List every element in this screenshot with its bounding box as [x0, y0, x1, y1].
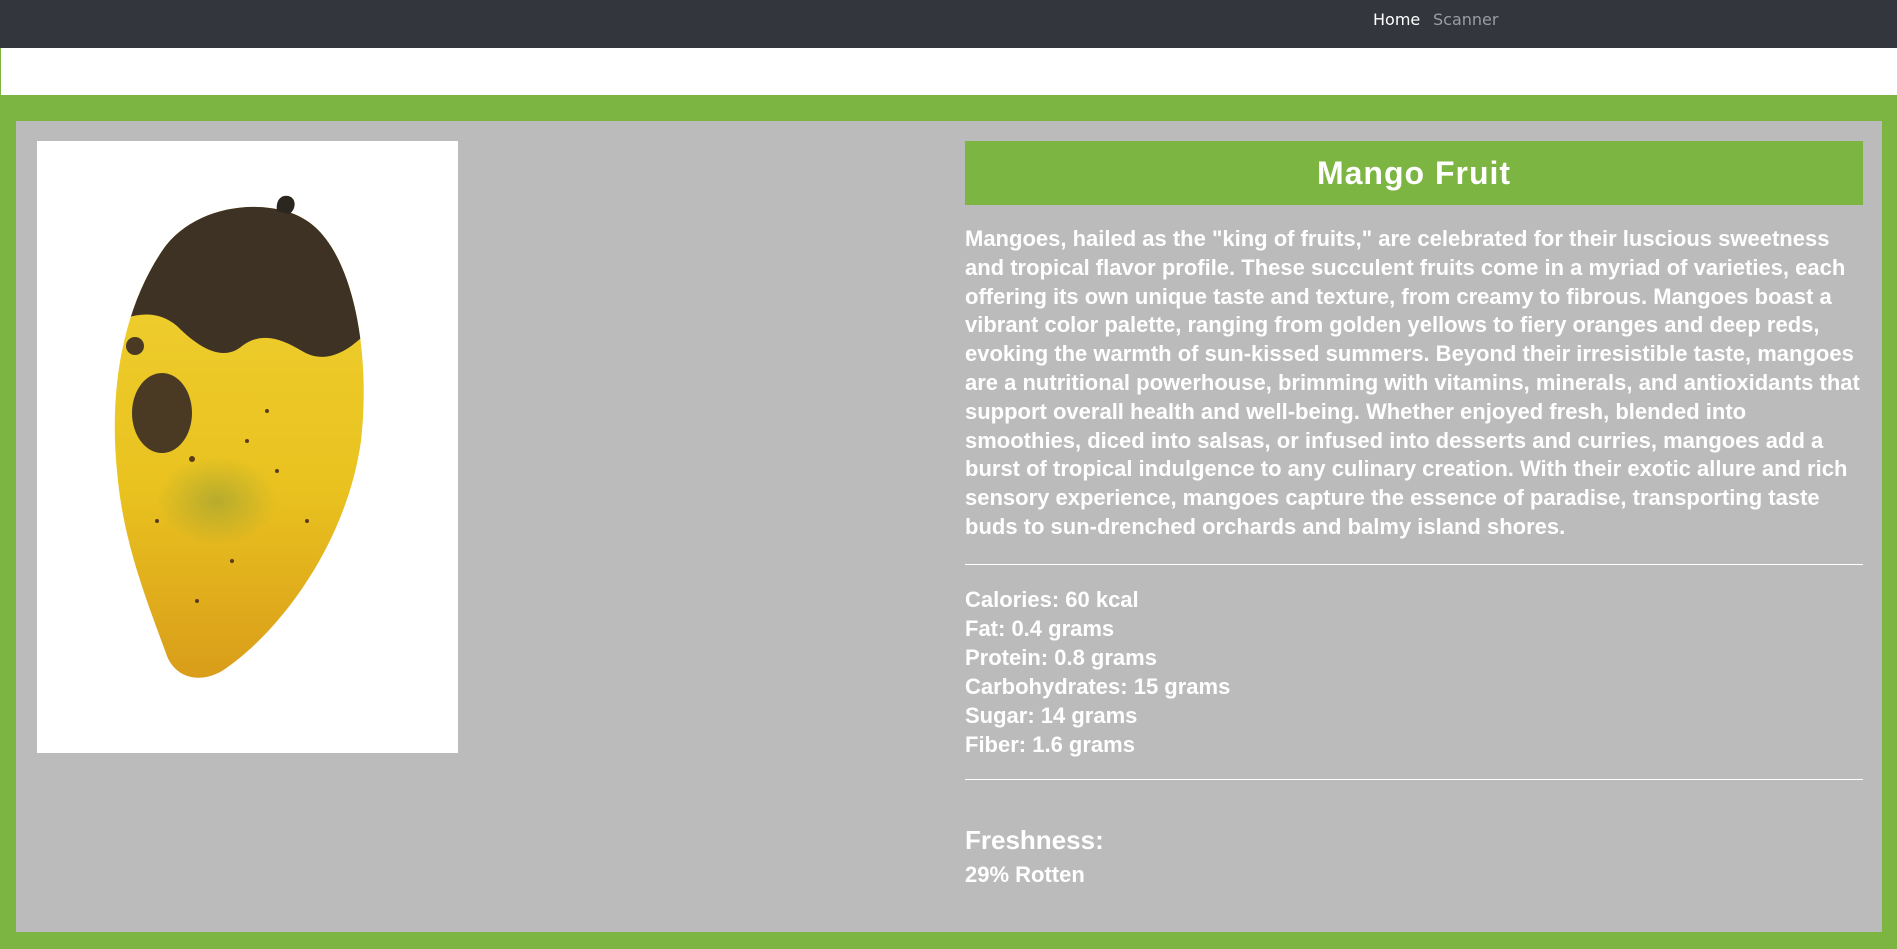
nutrition-item-sugar: Sugar: 14 grams [965, 702, 1138, 728]
product-image [37, 141, 458, 753]
product-title: Mango Fruit [1316, 154, 1512, 191]
nav-scanner-link[interactable]: Scanner [1433, 10, 1498, 29]
divider [965, 563, 1863, 565]
header-spacer [1, 48, 1897, 95]
freshness-value: 29% Rotten [965, 861, 1085, 887]
nutrition-item-carbohydrates: Carbohydrates: 15 grams [965, 673, 1231, 699]
nutrition-list: Calories: 60 kcal Fat: 0.4 grams Protein… [965, 585, 1863, 759]
nutrition-item-protein: Protein: 0.8 grams [965, 644, 1157, 670]
top-navbar: Home Scanner [0, 0, 1897, 48]
mango-photo-icon [114, 195, 364, 678]
nav-home-link[interactable]: Home [1373, 10, 1420, 29]
product-description: Mangoes, hailed as the "king of fruits,"… [965, 226, 1860, 539]
product-info: Mango Fruit Mangoes, hailed as the "king… [965, 141, 1863, 888]
product-panel: Mango Fruit Mangoes, hailed as the "king… [16, 121, 1882, 932]
nutrition-item-fat: Fat: 0.4 grams [965, 615, 1115, 641]
divider [965, 778, 1863, 780]
freshness-label: Freshness: [965, 824, 1104, 855]
title-bar: Mango Fruit [965, 141, 1863, 205]
nutrition-item-fiber: Fiber: 1.6 grams [965, 731, 1135, 757]
nutrition-item-calories: Calories: 60 kcal [965, 586, 1139, 612]
